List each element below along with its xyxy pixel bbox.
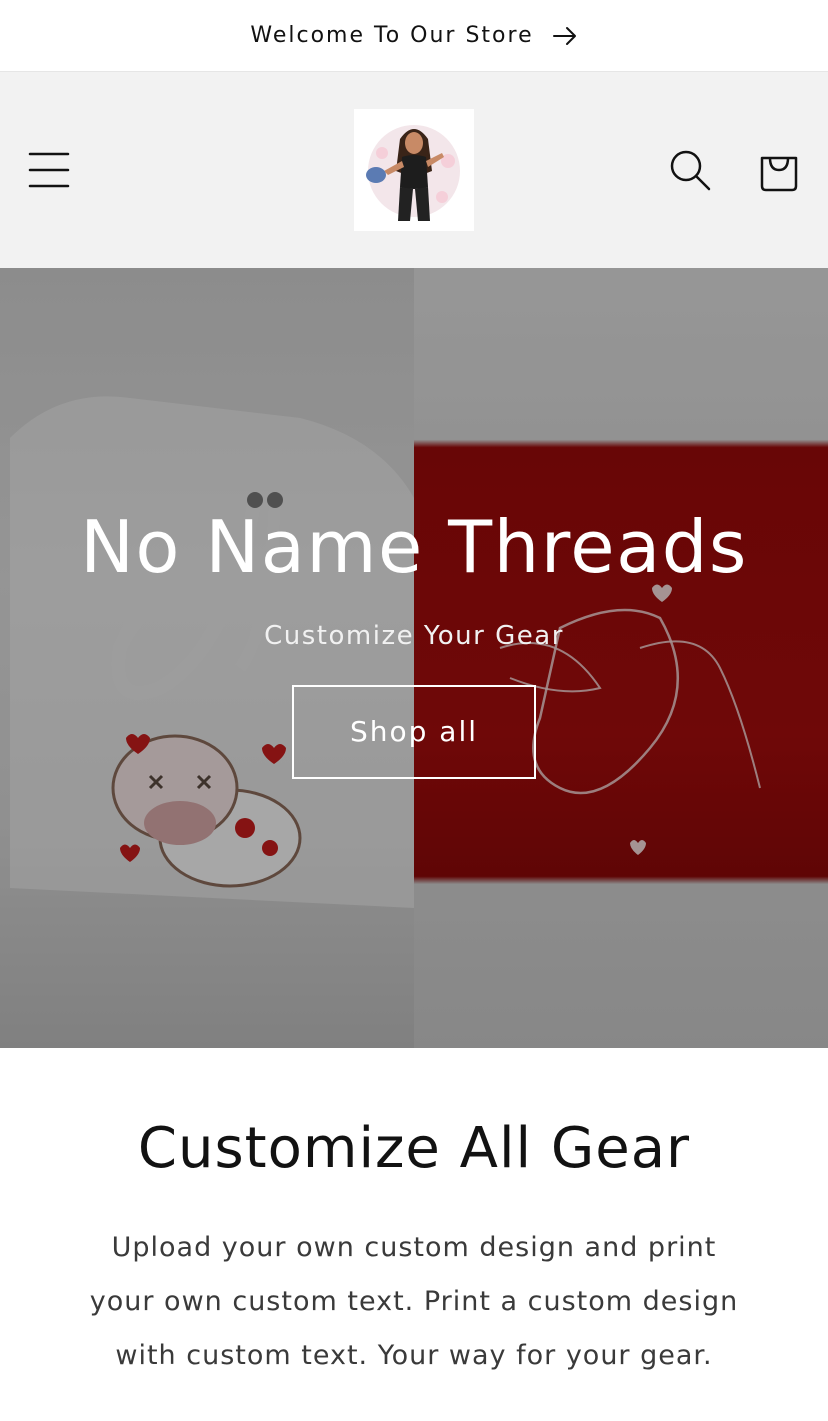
store-logo[interactable]: [354, 109, 474, 231]
search-icon[interactable]: [668, 148, 712, 196]
rich-text-section: Customize All Gear Upload your own custo…: [0, 1048, 828, 1421]
hero-banner: No Name Threads Customize Your Gear Shop…: [0, 268, 828, 1048]
hamburger-menu-icon[interactable]: [28, 150, 70, 194]
hero-title: No Name Threads: [80, 505, 748, 589]
site-header: [0, 72, 828, 268]
announcement-link[interactable]: Welcome To Our Store: [250, 23, 577, 48]
section-title: Customize All Gear: [137, 1116, 691, 1181]
cart-icon[interactable]: [758, 148, 800, 196]
announcement-bar: Welcome To Our Store: [0, 0, 828, 72]
arrow-right-icon: [552, 26, 578, 46]
hero-content: No Name Threads Customize Your Gear Shop…: [0, 505, 828, 780]
shop-all-button[interactable]: Shop all: [292, 685, 536, 780]
hero-subtitle: Customize Your Gear: [264, 621, 564, 652]
section-text: Upload your own custom design and print …: [89, 1232, 739, 1371]
announcement-text: Welcome To Our Store: [250, 23, 534, 48]
